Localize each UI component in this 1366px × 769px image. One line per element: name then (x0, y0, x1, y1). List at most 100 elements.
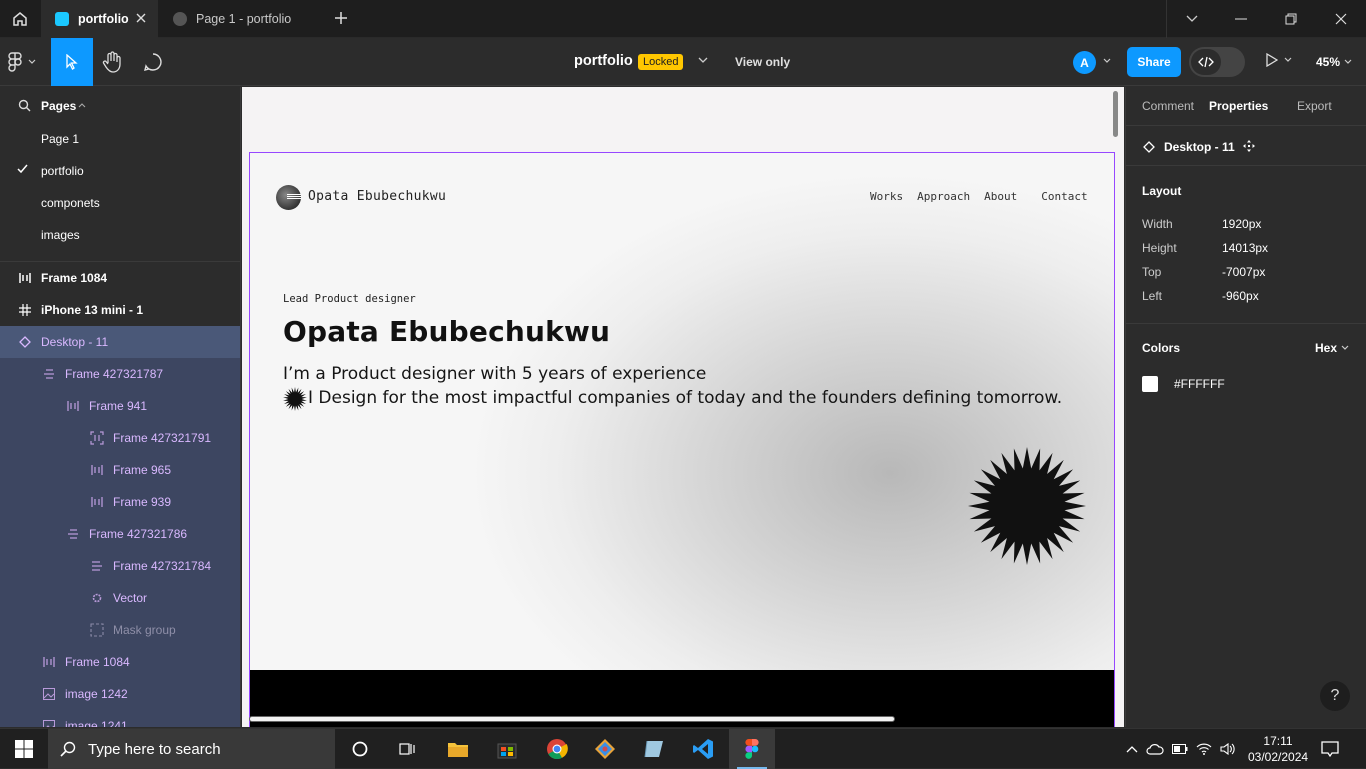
tabs-dropdown-button[interactable] (1166, 0, 1216, 38)
tab-page1-portfolio[interactable]: Page 1 - portfolio (160, 0, 324, 38)
taskbar-clock[interactable]: 17:11 03/02/2024 (1248, 733, 1308, 765)
dev-mode-toggle[interactable] (1189, 47, 1245, 77)
layer-frame-427321784[interactable]: Frame 427321784 (0, 550, 240, 582)
layer-label: image 1242 (65, 687, 128, 701)
layer-frame-1084[interactable]: Frame 1084 (0, 262, 240, 294)
share-button[interactable]: Share (1127, 47, 1181, 77)
tab-portfolio[interactable]: portfolio (41, 0, 158, 38)
tab-properties[interactable]: Properties (1209, 99, 1268, 113)
layer-mask-group[interactable]: Mask group (0, 614, 240, 646)
image-icon (42, 719, 56, 727)
comment-tool-button[interactable] (141, 50, 165, 74)
cursor-arrow-icon (66, 54, 78, 70)
notes-app[interactable] (631, 729, 677, 769)
page-item-page-1[interactable]: Page 1 (0, 123, 240, 155)
start-button[interactable] (0, 729, 48, 769)
main-menu-button[interactable] (8, 50, 48, 74)
layer-frame-965[interactable]: Frame 965 (0, 454, 240, 486)
page-item-componets[interactable]: componets (0, 187, 240, 219)
horizontal-scrollbar[interactable] (249, 716, 895, 722)
file-menu-chevron[interactable] (698, 57, 708, 63)
site-name: Opata Ebubechukwu (308, 189, 447, 204)
chrome-app[interactable] (534, 729, 580, 769)
nav-contact[interactable]: Contact (1041, 190, 1087, 203)
figma-app[interactable] (729, 729, 775, 769)
task-view-button[interactable] (385, 729, 431, 769)
zoom-dropdown[interactable]: 45% (1316, 55, 1352, 69)
search-placeholder: Type here to search (88, 740, 221, 758)
store-app[interactable] (484, 729, 530, 769)
chevron-down-icon (1284, 57, 1292, 62)
cortana-button[interactable] (337, 729, 383, 769)
starburst-large-icon (968, 445, 1086, 567)
page-item-images[interactable]: images (0, 219, 240, 251)
layer-label: Desktop - 11 (41, 335, 109, 349)
design-canvas[interactable]: Opata Ebubechukwu Works Approach About C… (242, 87, 1124, 727)
tab-export[interactable]: Export (1297, 99, 1332, 113)
notification-center-button[interactable] (1320, 739, 1340, 759)
nav-about[interactable]: About (984, 190, 1017, 203)
windows-taskbar: Type here to search 17:11 03/02/2024 (0, 728, 1366, 769)
new-tab-button[interactable] (333, 10, 349, 26)
layer-frame-427321787[interactable]: Frame 427321787 (0, 358, 240, 390)
auto-layout-vertical-icon (42, 655, 56, 669)
file-explorer-app[interactable] (435, 729, 481, 769)
file-title[interactable]: portfolio (574, 53, 633, 69)
avatar-menu-chevron[interactable] (1103, 58, 1111, 64)
pages-header[interactable]: Pages (0, 87, 240, 123)
color-swatch[interactable] (1142, 376, 1158, 392)
prop-height-label: Height (1142, 241, 1177, 255)
vscode-app[interactable] (680, 729, 726, 769)
present-button[interactable] (1266, 53, 1292, 67)
help-button[interactable]: ? (1320, 681, 1350, 711)
move-tool-button[interactable] (51, 38, 93, 86)
layer-image-1242[interactable]: image 1242 (0, 678, 240, 710)
user-avatar[interactable]: A (1073, 51, 1096, 74)
desktop-11-frame[interactable]: Opata Ebubechukwu Works Approach About C… (249, 152, 1115, 727)
layer-image-1241[interactable]: image 1241 (0, 710, 240, 727)
git-app[interactable] (582, 729, 628, 769)
layer-frame-427321786[interactable]: Frame 427321786 (0, 518, 240, 550)
close-tab-icon[interactable] (135, 12, 147, 24)
home-button[interactable] (0, 0, 40, 38)
move-arrows-icon[interactable] (1243, 140, 1255, 152)
wifi-icon[interactable] (1196, 743, 1212, 755)
hand-tool-button[interactable] (100, 50, 124, 74)
color-format-dropdown[interactable]: Hex (1315, 341, 1349, 355)
nav-approach[interactable]: Approach (917, 190, 970, 203)
taskbar-search[interactable]: Type here to search (48, 729, 335, 769)
close-window-button[interactable] (1316, 0, 1366, 38)
nav-works[interactable]: Works (870, 190, 903, 203)
component-diamond-icon (18, 335, 32, 349)
chevron-up-icon[interactable] (78, 102, 86, 108)
tray-chevron-up-icon[interactable] (1126, 745, 1138, 753)
restore-button[interactable] (1266, 0, 1316, 38)
vertical-scrollbar[interactable] (1113, 91, 1118, 137)
layer-frame-1084-child[interactable]: Frame 1084 (0, 646, 240, 678)
search-icon[interactable] (18, 99, 31, 112)
zoom-value: 45% (1316, 55, 1341, 69)
layer-frame-939[interactable]: Frame 939 (0, 486, 240, 518)
minimize-button[interactable] (1216, 0, 1266, 38)
battery-icon[interactable] (1172, 744, 1188, 754)
layer-frame-427321791[interactable]: Frame 427321791 (0, 422, 240, 454)
chrome-icon (547, 739, 568, 760)
dev-mode-knob (1191, 49, 1221, 75)
layer-frame-941[interactable]: Frame 941 (0, 390, 240, 422)
color-hex-value[interactable]: #FFFFFF (1174, 377, 1225, 391)
tab-comment[interactable]: Comment (1142, 99, 1194, 113)
pages-title: Pages (41, 99, 77, 113)
starburst-small-icon (283, 387, 307, 411)
chevron-down-icon (698, 57, 708, 63)
page-item-portfolio[interactable]: portfolio (0, 155, 240, 187)
onedrive-icon[interactable] (1146, 743, 1164, 755)
divider (1126, 165, 1366, 166)
layer-iphone-13-mini[interactable]: iPhone 13 mini - 1 (0, 294, 240, 326)
hero-eyebrow: Lead Product designer (283, 293, 416, 305)
prop-top-label: Top (1142, 265, 1162, 279)
layer-vector[interactable]: Vector (0, 582, 240, 614)
volume-icon[interactable] (1220, 743, 1236, 755)
layer-desktop-11[interactable]: Desktop - 11 (0, 326, 240, 358)
auto-layout-vertical-icon (66, 399, 80, 413)
hero-line-2: I Design for the most impactful companie… (308, 388, 1063, 408)
